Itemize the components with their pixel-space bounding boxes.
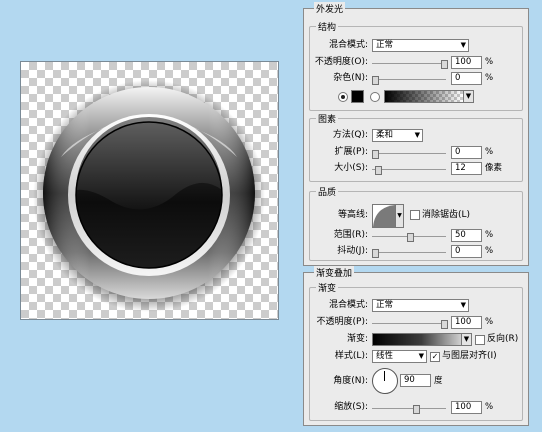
opacity-input[interactable]: 100	[451, 56, 482, 69]
chevron-down-icon: ▼	[460, 301, 466, 309]
glow-color-swatch[interactable]	[351, 90, 364, 103]
angle-dial-needle	[384, 371, 385, 381]
spread-label: 扩展(P):	[334, 147, 368, 157]
color-radio[interactable]	[338, 92, 348, 102]
blend-mode-label: 混合模式:	[328, 40, 368, 50]
range-unit: %	[485, 230, 494, 240]
scale-slider[interactable]	[372, 405, 446, 414]
gradient-blend-mode-label: 混合模式:	[328, 300, 368, 310]
slider-handle[interactable]	[372, 76, 379, 85]
blend-mode-value: 正常	[376, 40, 394, 50]
blend-mode-select[interactable]: 正常 ▼	[372, 39, 469, 52]
angle-dial[interactable]	[372, 368, 398, 394]
size-slider[interactable]	[372, 166, 446, 175]
align-with-layer-label: 与图层对齐(I)	[442, 351, 497, 361]
outer-glow-panel: 外发光 结构 混合模式: 正常 ▼ 不透明度(O): 100 % 杂色(N): 0…	[303, 2, 529, 266]
gradient-group: 渐变 混合模式: 正常 ▼ 不透明度(P): 100 % 渐变: ▼ 反向(R) …	[309, 281, 523, 421]
quality-title: 品质	[316, 185, 339, 198]
jitter-slider[interactable]	[372, 249, 446, 258]
gradient-blend-mode-value: 正常	[376, 300, 394, 310]
angle-unit: 度	[434, 376, 443, 386]
glow-gradient-swatch[interactable]	[384, 90, 464, 103]
gradient-opacity-label: 不透明度(P):	[316, 317, 368, 327]
structure-title: 结构	[316, 20, 339, 33]
gradient-opacity-input[interactable]: 100	[451, 316, 482, 329]
jitter-input[interactable]: 0	[451, 245, 482, 258]
opacity-label: 不透明度(O):	[314, 57, 368, 67]
technique-select[interactable]: 柔和 ▼	[372, 129, 423, 142]
chevron-down-icon: ▼	[414, 131, 420, 139]
chevron-down-icon: ▼	[460, 41, 466, 49]
gradient-opacity-unit: %	[485, 317, 494, 327]
slider-handle[interactable]	[441, 320, 448, 329]
size-label: 大小(S):	[334, 163, 368, 173]
slider-handle[interactable]	[441, 60, 448, 69]
jitter-unit: %	[485, 246, 494, 256]
angle-label: 角度(N):	[333, 376, 368, 386]
gradient-blend-mode-select[interactable]: 正常 ▼	[372, 299, 469, 312]
elements-title: 图素	[316, 112, 339, 125]
document-canvas[interactable]	[20, 61, 279, 320]
gradient-overlay-title: 渐变叠加	[314, 266, 355, 279]
scale-input[interactable]: 100	[451, 401, 482, 414]
slider-handle[interactable]	[372, 249, 379, 258]
scale-unit: %	[485, 402, 494, 412]
style-value: 线性	[376, 351, 394, 361]
gradient-group-title: 渐变	[316, 281, 339, 294]
noise-unit: %	[485, 73, 494, 83]
contour-label: 等高线:	[337, 210, 368, 220]
gradient-label: 渐变:	[346, 334, 368, 344]
quality-group: 品质 等高线: ▼ 消除锯齿(L) 范围(R): 50 % 抖动(J): 0 %	[309, 185, 523, 261]
range-input[interactable]: 50	[451, 229, 482, 242]
noise-slider[interactable]	[372, 76, 446, 85]
chevron-down-icon: ▼	[418, 352, 424, 360]
antialias-checkbox[interactable]	[410, 210, 420, 220]
slider-handle[interactable]	[413, 405, 420, 414]
spread-unit: %	[485, 147, 494, 157]
range-label: 范围(R):	[333, 230, 368, 240]
chevron-down-icon[interactable]: ▼	[461, 333, 472, 346]
contour-curve-icon	[373, 205, 395, 227]
style-label: 样式(L):	[334, 351, 368, 361]
slider-handle[interactable]	[407, 233, 414, 242]
gradient-radio[interactable]	[370, 92, 380, 102]
technique-value: 柔和	[376, 130, 394, 140]
gradient-picker-swatch[interactable]	[372, 333, 462, 346]
antialias-label: 消除锯齿(L)	[422, 210, 471, 220]
chevron-down-icon[interactable]: ▼	[463, 90, 474, 103]
size-unit: 像素	[485, 163, 503, 173]
align-with-layer-checkbox[interactable]: ✓	[430, 352, 440, 362]
slider-handle[interactable]	[372, 150, 379, 159]
glossy-button-artwork	[33, 80, 265, 312]
opacity-slider[interactable]	[372, 60, 448, 69]
opacity-unit: %	[485, 57, 494, 67]
elements-group: 图素 方法(Q): 柔和 ▼ 扩展(P): 0 % 大小(S): 12 像素	[309, 112, 523, 182]
noise-label: 杂色(N):	[333, 73, 368, 83]
range-slider[interactable]	[372, 233, 446, 242]
size-input[interactable]: 12	[451, 162, 482, 175]
gradient-overlay-panel: 渐变叠加 渐变 混合模式: 正常 ▼ 不透明度(P): 100 % 渐变: ▼ 反…	[303, 266, 529, 426]
gradient-opacity-slider[interactable]	[372, 320, 448, 329]
noise-input[interactable]: 0	[451, 72, 482, 85]
chevron-down-icon[interactable]: ▼	[395, 204, 404, 228]
reverse-label: 反向(R)	[487, 334, 519, 344]
spread-input[interactable]: 0	[451, 146, 482, 159]
technique-label: 方法(Q):	[332, 130, 368, 140]
style-select[interactable]: 线性 ▼	[372, 350, 427, 363]
spread-slider[interactable]	[372, 150, 446, 159]
slider-handle[interactable]	[375, 166, 382, 175]
outer-glow-title: 外发光	[314, 2, 346, 15]
scale-label: 缩放(S):	[334, 402, 368, 412]
jitter-label: 抖动(J):	[337, 246, 368, 256]
angle-input[interactable]: 90	[400, 374, 431, 387]
contour-preview[interactable]	[372, 204, 396, 228]
structure-group: 结构 混合模式: 正常 ▼ 不透明度(O): 100 % 杂色(N): 0 % ▼	[309, 20, 523, 111]
reverse-checkbox[interactable]	[475, 335, 485, 345]
